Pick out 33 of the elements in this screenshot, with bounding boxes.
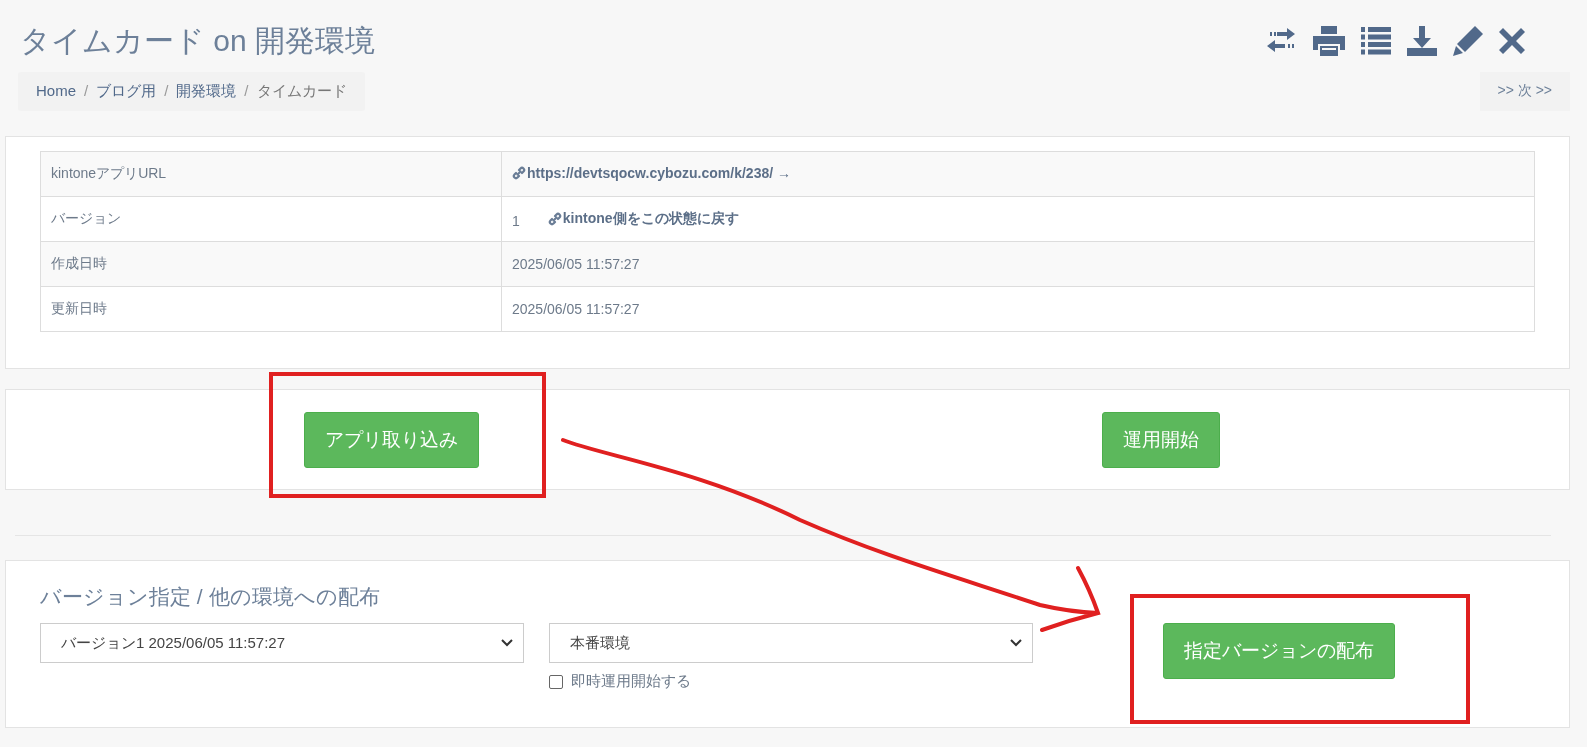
table-cell: 作成日時 — [40, 241, 502, 287]
table-link[interactable]: kintone側をこの状態に戻す — [547, 209, 739, 228]
section-heading: バージョン指定 / 他の環境への配布 — [40, 584, 381, 610]
pencil-icon[interactable] — [1453, 26, 1483, 56]
next-link[interactable]: >> 次 >> — [1479, 72, 1570, 111]
breadcrumb-link[interactable]: 開発環境 — [176, 82, 237, 101]
checkbox[interactable] — [549, 674, 563, 689]
chevron-down-icon — [1010, 639, 1022, 647]
table-cell: kintoneアプリURL — [40, 151, 502, 197]
table-cell-text: 2025/06/05 11:57:27 — [512, 301, 640, 317]
close-icon[interactable] — [1499, 28, 1525, 54]
table-cell-text: 1 — [512, 212, 520, 229]
table-cell-text: 2025/06/05 11:57:27 — [512, 256, 640, 272]
version-dropdown[interactable]: バージョン1 2025/06/05 11:57:27 — [40, 623, 524, 663]
breadcrumb-link[interactable]: Home — [36, 82, 76, 101]
download-icon[interactable] — [1407, 26, 1437, 56]
swap-arrows-icon[interactable] — [1267, 28, 1297, 54]
link-icon — [512, 166, 526, 180]
checkbox-label: 即時運用開始する — [571, 672, 691, 691]
breadcrumb-separator: / — [164, 82, 169, 101]
list-icon[interactable] — [1361, 27, 1391, 55]
table-link[interactable]: https://devtsqocw.cybozu.com/k/238/ → — [512, 165, 791, 181]
environment-dropdown[interactable]: 本番環境 — [549, 623, 1033, 663]
breadcrumb-current: タイムカード — [256, 82, 347, 101]
breadcrumb-separator: / — [84, 82, 89, 101]
page-title: タイムカード on 開発環境 — [20, 22, 376, 59]
link-icon — [547, 211, 562, 226]
breadcrumb-link[interactable]: ブログ用 — [96, 82, 157, 101]
chevron-down-icon — [501, 639, 513, 647]
table-cell: バージョン — [40, 196, 502, 242]
print-icon[interactable] — [1313, 26, 1345, 56]
table-cell: 更新日時 — [40, 286, 502, 332]
breadcrumb-separator: / — [244, 82, 249, 101]
